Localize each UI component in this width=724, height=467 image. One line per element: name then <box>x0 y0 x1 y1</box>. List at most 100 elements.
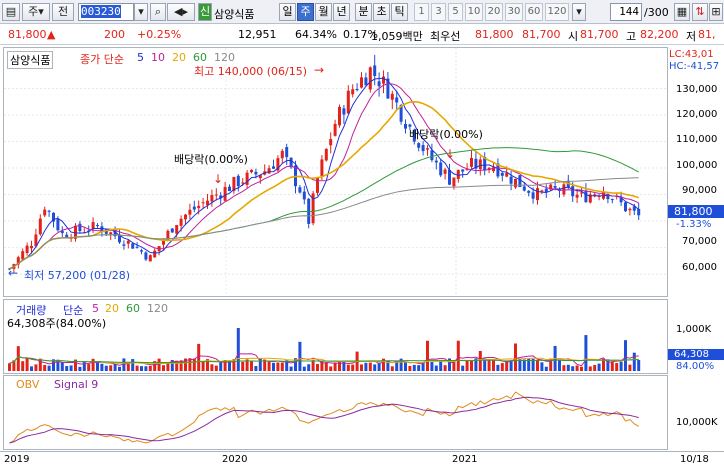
vol-tick-1000k: 1,000K <box>676 324 712 335</box>
volume-bar <box>487 359 491 371</box>
volume-bar <box>96 362 99 371</box>
candle-body <box>241 182 245 184</box>
open-price: 81,700 <box>580 28 619 41</box>
volume-bar <box>434 365 438 371</box>
candle-body <box>272 166 275 169</box>
candle-body <box>373 65 377 77</box>
chart-menu-icon[interactable]: ▤ <box>2 3 20 21</box>
best-quote-label: 최우선 <box>430 30 461 43</box>
tab-minute[interactable]: 분 <box>355 3 372 21</box>
rise-fall-icon[interactable]: ⇅ <box>692 3 708 21</box>
volume-bar <box>461 365 465 371</box>
interval-30[interactable]: 30 <box>505 3 523 21</box>
volume-bar <box>404 362 407 371</box>
volume-bar <box>104 365 108 371</box>
candle-body <box>580 192 583 194</box>
volume-chart-pane[interactable]: 거래량 단순 5 20 60 120 64,308주(84.00%) <box>3 299 668 374</box>
candle-body <box>470 157 473 167</box>
stock-type-button[interactable]: 전 <box>52 3 74 21</box>
candle-body <box>338 106 341 126</box>
candle-body <box>197 205 201 209</box>
volume-bar <box>34 364 38 371</box>
y-tick-130000: 130,000 <box>676 84 718 95</box>
candle-body <box>368 67 372 90</box>
volume-bar <box>408 365 412 371</box>
candle-body <box>448 169 451 185</box>
candle-body <box>267 168 271 174</box>
volume-bar <box>470 360 473 371</box>
period-select[interactable]: 주▾ <box>22 3 50 21</box>
calculator-icon[interactable]: ▦ <box>674 3 690 21</box>
candle-body <box>624 202 627 212</box>
code-dropdown-icon[interactable]: ▾ <box>134 3 148 21</box>
tab-second[interactable]: 초 <box>373 3 390 21</box>
volume-bar <box>65 366 69 371</box>
bar-count-input[interactable]: 144 <box>610 3 642 21</box>
obv-chart-pane[interactable]: OBV Signal 9 <box>3 375 668 450</box>
candle-body <box>395 97 399 103</box>
volume-chart-svg <box>8 328 641 371</box>
interval-3[interactable]: 3 <box>431 3 446 21</box>
interval-dropdown-icon[interactable]: ▾ <box>572 3 586 21</box>
grid-icon[interactable]: ⊞ <box>709 3 723 21</box>
volume-bar <box>38 358 42 371</box>
hc-value: HC:-41,57 <box>669 61 720 72</box>
interval-5[interactable]: 5 <box>448 3 463 21</box>
interval-20[interactable]: 20 <box>485 3 503 21</box>
volume-bar <box>43 364 47 371</box>
volume-bar <box>276 362 280 371</box>
obv-tick-10000k: 10,000K <box>676 417 718 428</box>
toolbar: ▤ 주▾ 전 003230 ▾ ⌕ ◀▸ 신 삼양식품 일 주 월 년 분 초 … <box>0 0 724 24</box>
volume-bar <box>298 341 302 371</box>
obv-signal-label: Signal 9 <box>54 378 99 391</box>
volume-bar <box>364 362 368 371</box>
volume-axis: 1,000K 64,308 84.00% <box>668 299 724 374</box>
candle-body <box>140 250 143 252</box>
candle-body <box>43 209 47 216</box>
candle-body <box>531 192 535 199</box>
volume-bar <box>311 360 315 371</box>
search-icon[interactable]: ⌕ <box>150 3 166 21</box>
tab-year[interactable]: 년 <box>333 3 350 21</box>
volume-bar <box>162 365 165 371</box>
low-price: 81, <box>698 28 716 41</box>
volume-bar <box>417 365 421 371</box>
volume-value: 12,951 <box>238 28 277 41</box>
candle-body <box>527 190 531 193</box>
candle-body <box>192 206 196 210</box>
candle-body <box>122 244 126 246</box>
interval-10[interactable]: 10 <box>465 3 483 21</box>
tab-month[interactable]: 월 <box>315 3 332 21</box>
volume-bar <box>500 363 504 371</box>
high-label: 고 <box>626 30 637 43</box>
candle-body <box>456 169 460 179</box>
y-tick-100000: 100,000 <box>676 160 718 171</box>
candle-body <box>285 147 289 158</box>
volume-bar <box>346 364 350 371</box>
candle-body <box>562 184 566 195</box>
candle-body <box>452 177 456 187</box>
prev-next-icon[interactable]: ◀▸ <box>167 3 195 21</box>
candle-body <box>236 175 240 187</box>
volume-bar <box>443 365 447 371</box>
volume-bar <box>201 361 205 371</box>
interval-120[interactable]: 120 <box>545 3 569 21</box>
ma60-line <box>9 147 639 270</box>
tab-week[interactable]: 주 <box>297 3 314 21</box>
volume-bar <box>47 365 51 371</box>
volume-bar <box>118 366 121 371</box>
price-chart-pane[interactable]: → ← ↓ ↓ 삼양식품 종가 단순 5 10 20 60 120 최고 140,00… <box>3 47 668 297</box>
volume-bar <box>478 350 482 371</box>
volume-bar <box>157 358 161 371</box>
candle-body <box>201 202 205 204</box>
stock-code-input[interactable]: 003230 <box>78 3 134 21</box>
tab-day[interactable]: 일 <box>279 3 296 21</box>
interval-60[interactable]: 60 <box>525 3 543 21</box>
volume-bar <box>536 360 539 371</box>
candle-body <box>478 159 482 170</box>
tab-tick[interactable]: 틱 <box>391 3 408 21</box>
candle-body <box>131 243 135 249</box>
candle-body <box>298 187 302 193</box>
candle-body <box>166 230 170 240</box>
interval-1[interactable]: 1 <box>414 3 429 21</box>
